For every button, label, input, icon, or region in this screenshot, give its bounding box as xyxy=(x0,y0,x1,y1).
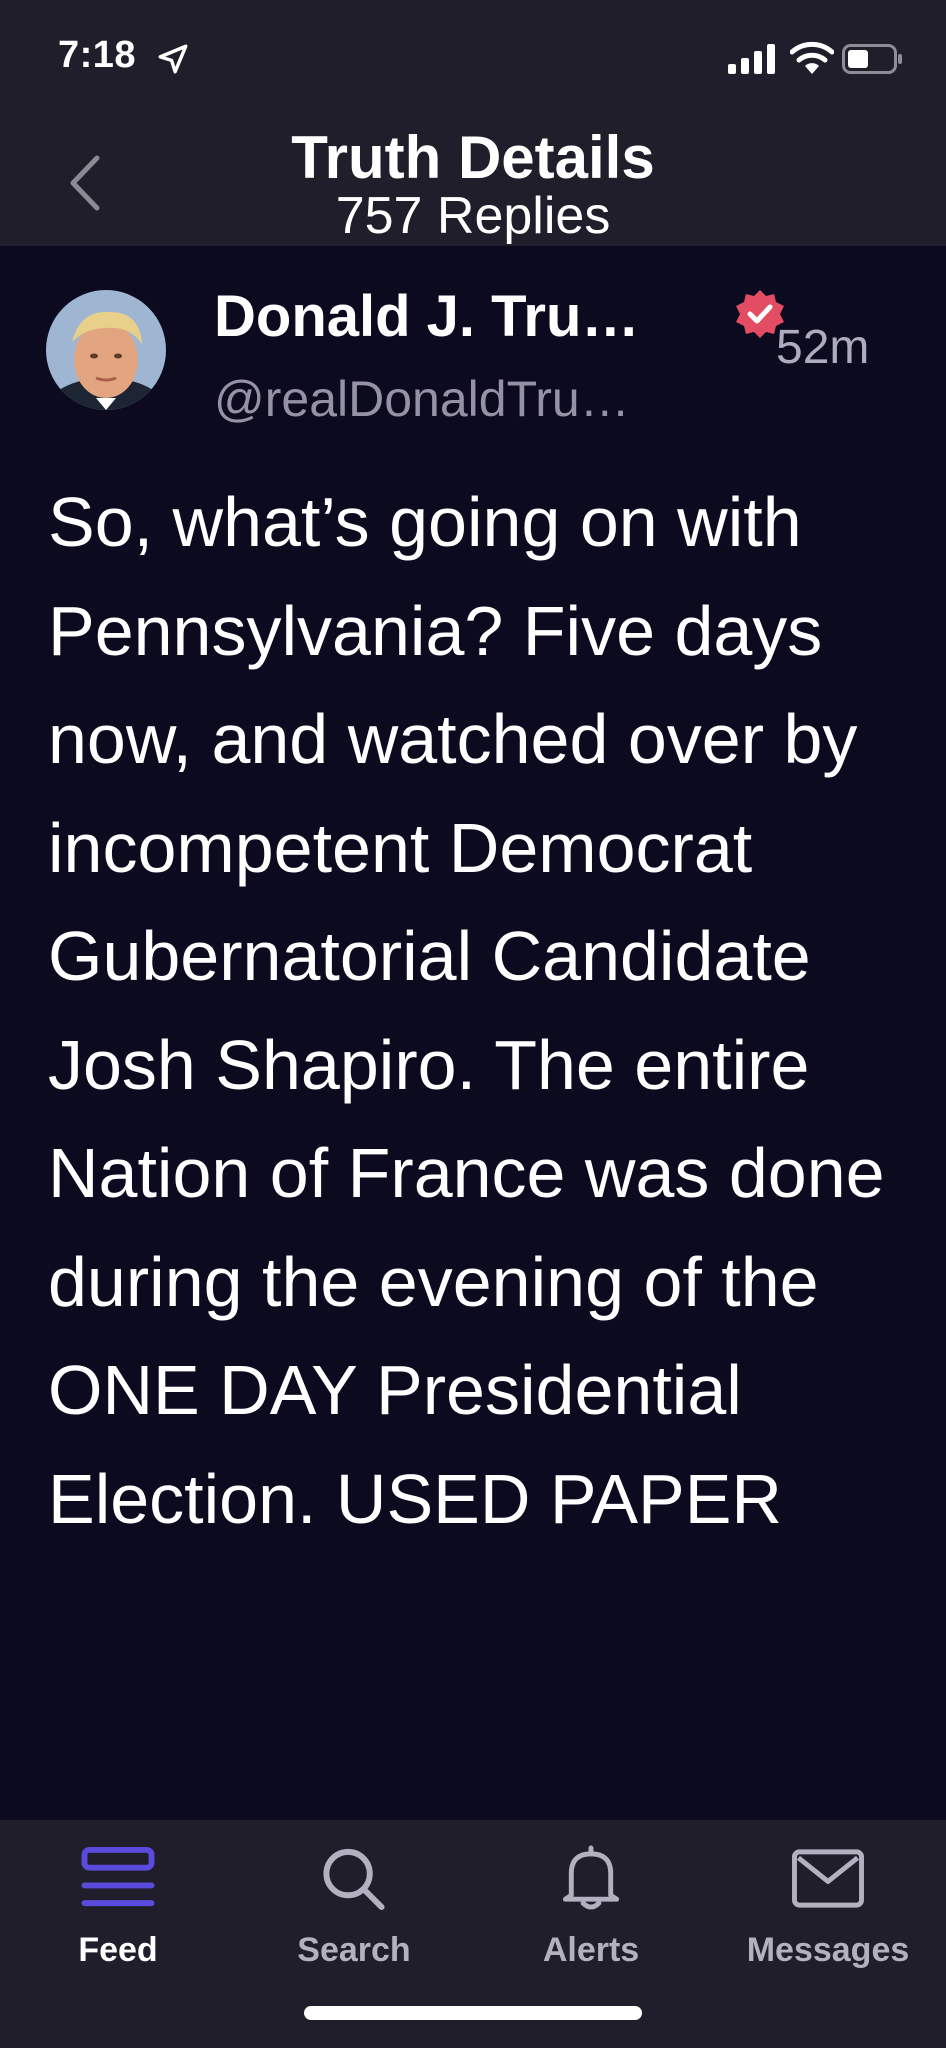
avatar[interactable] xyxy=(46,290,166,410)
search-icon xyxy=(323,1848,385,1911)
bell-icon xyxy=(562,1845,620,1910)
replies-count[interactable]: 757 Replies xyxy=(0,184,946,248)
app-screen: 7:18 Truth Details 757 Replies Donald J.… xyxy=(0,0,946,2048)
tab-messages-label: Messages xyxy=(746,1931,910,1969)
status-bar: 7:18 xyxy=(0,0,946,118)
author-handle[interactable]: @realDonaldTru… xyxy=(214,368,630,430)
post-body: So, what’s going on with Pennsylvania? F… xyxy=(48,483,885,1538)
cellular-signal-icon xyxy=(728,44,775,74)
battery-icon xyxy=(842,44,902,74)
avatar-image xyxy=(46,290,166,410)
wifi-icon xyxy=(790,41,834,74)
tab-feed-label: Feed xyxy=(78,1931,158,1969)
author-name[interactable]: Donald J. Tru… xyxy=(214,282,639,352)
tab-search[interactable]: Search xyxy=(236,1820,472,1970)
feed-icon xyxy=(81,1846,155,1907)
tab-feed[interactable]: Feed xyxy=(0,1820,236,1970)
post-time: 52m xyxy=(776,321,870,374)
tab-search-label: Search xyxy=(297,1931,411,1969)
home-indicator[interactable] xyxy=(304,2006,642,2020)
location-arrow-icon xyxy=(158,44,188,74)
truth-post: Donald J. Tru… 52m @realDonaldTru… So, w… xyxy=(0,246,946,1820)
tab-alerts-label: Alerts xyxy=(542,1931,640,1969)
tab-messages[interactable]: Messages xyxy=(710,1820,946,1970)
header: Truth Details 757 Replies xyxy=(0,118,946,246)
tab-alerts[interactable]: Alerts xyxy=(473,1820,709,1970)
envelope-icon xyxy=(792,1849,864,1908)
status-time: 7:18 xyxy=(58,34,137,76)
